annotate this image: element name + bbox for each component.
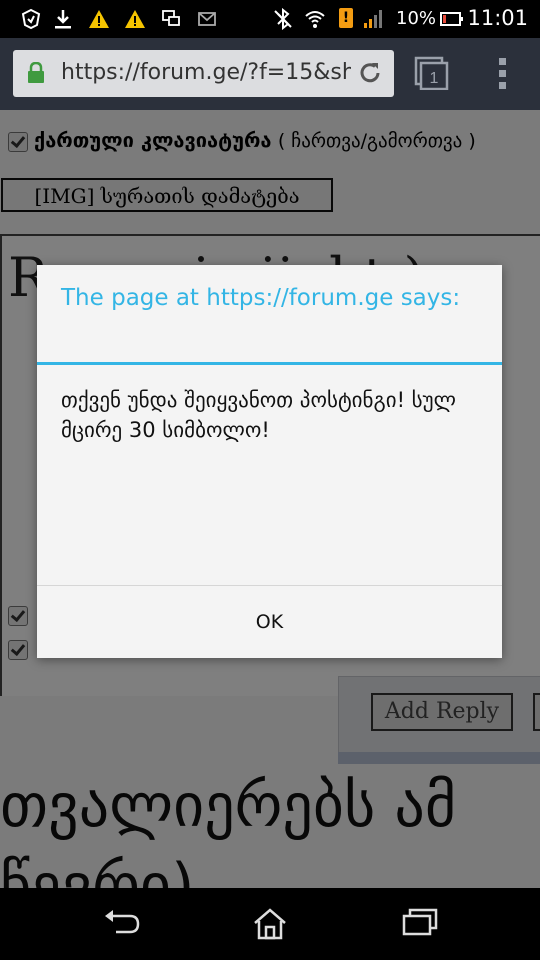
svg-text:1: 1 (430, 70, 439, 87)
dialog-title-divider (37, 362, 502, 365)
browser-toolbar: https://forum.ge/?f=15&sho 1 (0, 38, 540, 110)
home-icon[interactable] (252, 908, 288, 940)
battery-icon (440, 12, 463, 26)
sim-alert-icon: ! (339, 8, 353, 28)
alert-dialog: The page at https://forum.ge says: თქვენ… (37, 265, 502, 658)
overflow-menu-icon[interactable] (496, 56, 510, 92)
shield-icon (21, 8, 41, 30)
warning-icon (125, 10, 145, 28)
navigation-bar (0, 888, 540, 960)
status-bar: ! 10% 11:01 (0, 0, 540, 38)
battery-percent: 10% (396, 8, 437, 29)
lock-icon (28, 62, 44, 83)
mail-icon (198, 12, 216, 26)
url-text: https://forum.ge/?f=15&sho (61, 60, 351, 85)
bluetooth-off-icon (274, 8, 292, 30)
dialog-message: თქვენ უნდა შეიყვანოთ პოსტინგი! სულ მცირე… (61, 388, 456, 442)
recent-apps-icon[interactable] (402, 908, 438, 938)
wifi-icon (305, 11, 325, 28)
tab-switcher-icon[interactable]: 1 (414, 56, 450, 90)
reload-icon[interactable] (356, 59, 384, 87)
signal-icon (364, 10, 382, 28)
url-bar[interactable]: https://forum.ge/?f=15&sho (13, 50, 394, 97)
dialog-title: The page at https://forum.ge says: (61, 285, 461, 311)
clock: 11:01 (467, 6, 528, 30)
back-icon[interactable] (102, 908, 142, 938)
warning-icon (89, 10, 109, 28)
ok-button[interactable]: OK (37, 586, 502, 658)
download-icon (55, 10, 71, 29)
screen-mirror-icon (162, 10, 180, 26)
